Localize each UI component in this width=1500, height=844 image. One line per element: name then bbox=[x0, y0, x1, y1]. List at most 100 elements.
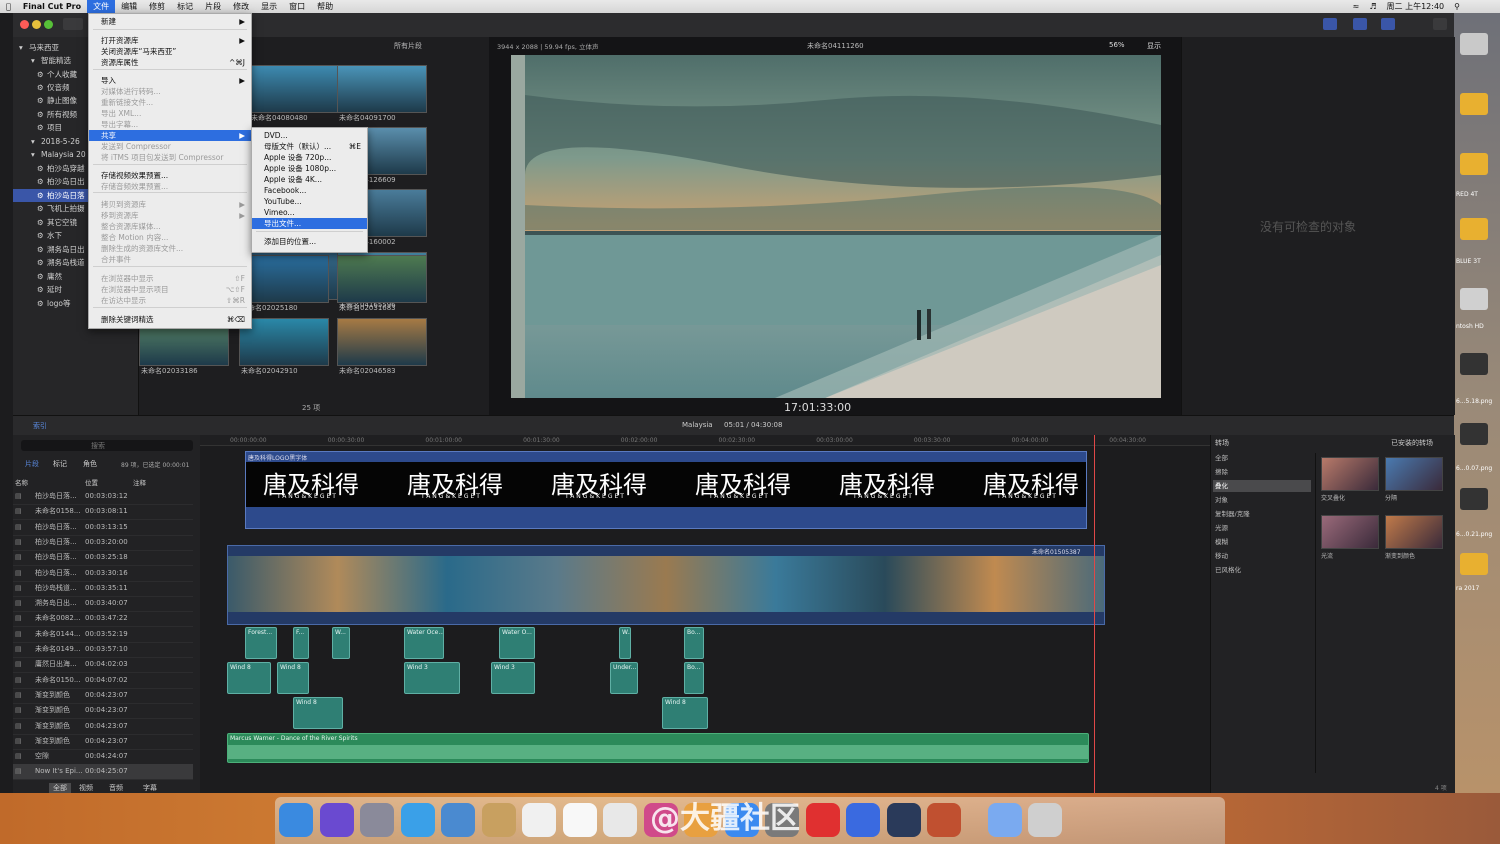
share-menu-item[interactable]: 添加目的位置... bbox=[252, 236, 367, 247]
view-menu[interactable]: 显示 bbox=[1147, 41, 1161, 51]
primary-storyline[interactable]: 未命名01505387 bbox=[227, 545, 1105, 625]
table-row[interactable]: ▤ 庸然日出海... 00:04:02:03 bbox=[13, 657, 193, 674]
minimize-window-button[interactable] bbox=[32, 20, 41, 29]
folder-icon[interactable] bbox=[1460, 153, 1488, 175]
share-menu-item[interactable]: Apple 设备 1080p... bbox=[252, 163, 367, 174]
table-row[interactable]: ▤ Now It's Epi... 00:04:25:07 bbox=[13, 764, 193, 781]
audio-clip[interactable]: Wind 3 bbox=[491, 662, 535, 694]
audio-clip[interactable]: Bo... bbox=[684, 627, 704, 659]
clock[interactable]: 周二 上午12:40 bbox=[1387, 0, 1445, 13]
table-row[interactable]: ▤ 渐变到颜色 00:04:23:07 bbox=[13, 734, 193, 750]
share-menu-item[interactable]: 导出文件... bbox=[252, 218, 367, 229]
share-menu-item[interactable]: Apple 设备 4K... bbox=[252, 174, 367, 185]
share-button[interactable] bbox=[1433, 18, 1447, 30]
audio-clip[interactable]: Wind 3 bbox=[404, 662, 460, 694]
show-browser-button[interactable] bbox=[1323, 18, 1337, 30]
column-position[interactable]: 位置 bbox=[85, 477, 98, 487]
tab-audio[interactable]: 音频 bbox=[109, 783, 123, 793]
final-cut-pro-icon[interactable] bbox=[927, 803, 961, 837]
file-menu-item[interactable]: 打开资源库 ▶ bbox=[89, 35, 251, 46]
show-inspector-button[interactable] bbox=[1381, 18, 1395, 30]
clip-thumbnail[interactable] bbox=[337, 255, 427, 303]
contacts-icon[interactable] bbox=[481, 803, 516, 837]
audio-clip[interactable]: Water O... bbox=[499, 627, 535, 659]
netease-music-icon[interactable] bbox=[805, 803, 840, 837]
table-row[interactable]: ▤ 柏沙岛日落... 00:03:20:00 bbox=[13, 535, 193, 551]
screenshot-file-icon[interactable] bbox=[1460, 423, 1488, 445]
file-menu-item[interactable]: 新建 ▶ bbox=[89, 16, 251, 27]
zoom-window-button[interactable] bbox=[44, 20, 53, 29]
transition-thumbnail[interactable] bbox=[1385, 515, 1443, 549]
drive-icon[interactable] bbox=[1460, 288, 1488, 310]
tab-clips[interactable]: 片段 bbox=[25, 459, 39, 469]
tab-video[interactable]: 视频 bbox=[79, 783, 93, 793]
clip-thumbnail[interactable] bbox=[337, 318, 427, 366]
audio-clip[interactable]: Forest... bbox=[245, 627, 277, 659]
close-window-button[interactable] bbox=[20, 20, 29, 29]
siri-icon[interactable] bbox=[319, 803, 354, 837]
tab-all[interactable]: 全部 bbox=[49, 783, 71, 793]
menu-mark[interactable]: 标记 bbox=[171, 0, 199, 13]
transition-category[interactable]: 全部 bbox=[1213, 452, 1311, 464]
audio-clip[interactable]: Wind 8 bbox=[662, 697, 708, 729]
transition-category[interactable]: 光源 bbox=[1213, 522, 1311, 534]
dvd-icon[interactable] bbox=[886, 803, 921, 837]
transition-thumbnail[interactable] bbox=[1385, 457, 1443, 491]
launchpad-icon[interactable] bbox=[360, 803, 394, 837]
audio-clip[interactable]: Water Oce... bbox=[404, 627, 444, 659]
title-clip[interactable]: 唐及科得LOGO黑字体 bbox=[245, 451, 1087, 529]
share-menu-item[interactable]: DVD... bbox=[252, 130, 367, 141]
folder-icon[interactable] bbox=[987, 803, 1022, 837]
transition-category[interactable]: 移动 bbox=[1213, 550, 1311, 562]
apple-icon[interactable]:  bbox=[0, 0, 17, 13]
transition-category[interactable]: 对象 bbox=[1213, 494, 1311, 506]
folder-icon[interactable] bbox=[1460, 93, 1488, 115]
table-row[interactable]: ▤ 柏沙岛栈道... 00:03:35:11 bbox=[13, 581, 193, 597]
share-menu-item[interactable]: Apple 设备 720p... bbox=[252, 152, 367, 163]
index-search-field[interactable]: 搜索 bbox=[21, 440, 193, 451]
column-notes[interactable]: 注释 bbox=[133, 477, 146, 487]
clip-thumbnail[interactable] bbox=[249, 65, 339, 113]
search-icon[interactable]: ⚲ bbox=[1454, 0, 1460, 13]
timecode-display[interactable]: 17:01:33:00 bbox=[784, 401, 851, 414]
folder-icon[interactable] bbox=[1460, 553, 1488, 575]
audio-clip[interactable]: Wind 8 bbox=[277, 662, 309, 694]
audio-clip[interactable]: Wind 8 bbox=[293, 697, 343, 729]
table-row[interactable]: ▤ 未命名0082... 00:03:47:22 bbox=[13, 611, 193, 628]
audio-clip[interactable]: Under... bbox=[610, 662, 638, 694]
baidu-netdisk-icon[interactable] bbox=[846, 803, 880, 837]
file-menu-item[interactable]: 资源库属性 ^⌘J bbox=[89, 57, 251, 68]
index-button[interactable]: 索引 bbox=[33, 421, 47, 431]
drive-icon[interactable] bbox=[1460, 33, 1488, 55]
folder-icon[interactable] bbox=[1460, 218, 1488, 240]
calendar-icon[interactable] bbox=[522, 803, 556, 837]
audio-clip[interactable]: Bo... bbox=[684, 662, 704, 694]
table-row[interactable]: ▤ 柏沙岛日落... 00:03:13:15 bbox=[13, 520, 193, 536]
transition-thumbnail[interactable] bbox=[1321, 457, 1379, 491]
wifi-icon[interactable]: ≈ bbox=[1353, 0, 1360, 13]
zoom-level[interactable]: 56% bbox=[1109, 41, 1125, 49]
menu-help[interactable]: 帮助 bbox=[311, 0, 339, 13]
transition-category[interactable]: 擦除 bbox=[1213, 466, 1311, 478]
menu-view[interactable]: 显示 bbox=[255, 0, 283, 13]
audio-clip[interactable]: F... bbox=[293, 627, 309, 659]
menu-window[interactable]: 窗口 bbox=[283, 0, 311, 13]
file-menu-item[interactable]: 导入 ▶ bbox=[89, 75, 251, 86]
table-row[interactable]: ▤ 渐变到颜色 00:04:23:07 bbox=[13, 703, 193, 720]
import-button[interactable] bbox=[63, 18, 83, 30]
table-row[interactable]: ▤ 未命名0144... 00:03:52:19 bbox=[13, 627, 193, 643]
transition-category[interactable]: 叠化 bbox=[1213, 480, 1311, 492]
table-row[interactable]: ▤ 未命名0158... 00:03:08:11 bbox=[13, 504, 193, 521]
table-row[interactable]: ▤ 柏沙岛日落... 00:03:30:16 bbox=[13, 566, 193, 582]
transition-category[interactable]: 已风格化 bbox=[1213, 564, 1311, 576]
clip-thumbnail[interactable] bbox=[337, 65, 427, 113]
menu-clip[interactable]: 片段 bbox=[199, 0, 227, 13]
trash-icon[interactable] bbox=[1028, 803, 1062, 837]
app-menu[interactable]: Final Cut Pro bbox=[17, 0, 87, 13]
show-timeline-button[interactable] bbox=[1353, 18, 1367, 30]
share-menu-item[interactable]: Vimeo... bbox=[252, 207, 367, 218]
share-menu-item[interactable]: 母版文件（默认）... ⌘E bbox=[252, 141, 367, 152]
clip-thumbnail[interactable] bbox=[239, 255, 329, 303]
safari-icon[interactable] bbox=[400, 803, 435, 837]
table-row[interactable]: ▤ 渐变到颜色 00:04:23:07 bbox=[13, 688, 193, 704]
